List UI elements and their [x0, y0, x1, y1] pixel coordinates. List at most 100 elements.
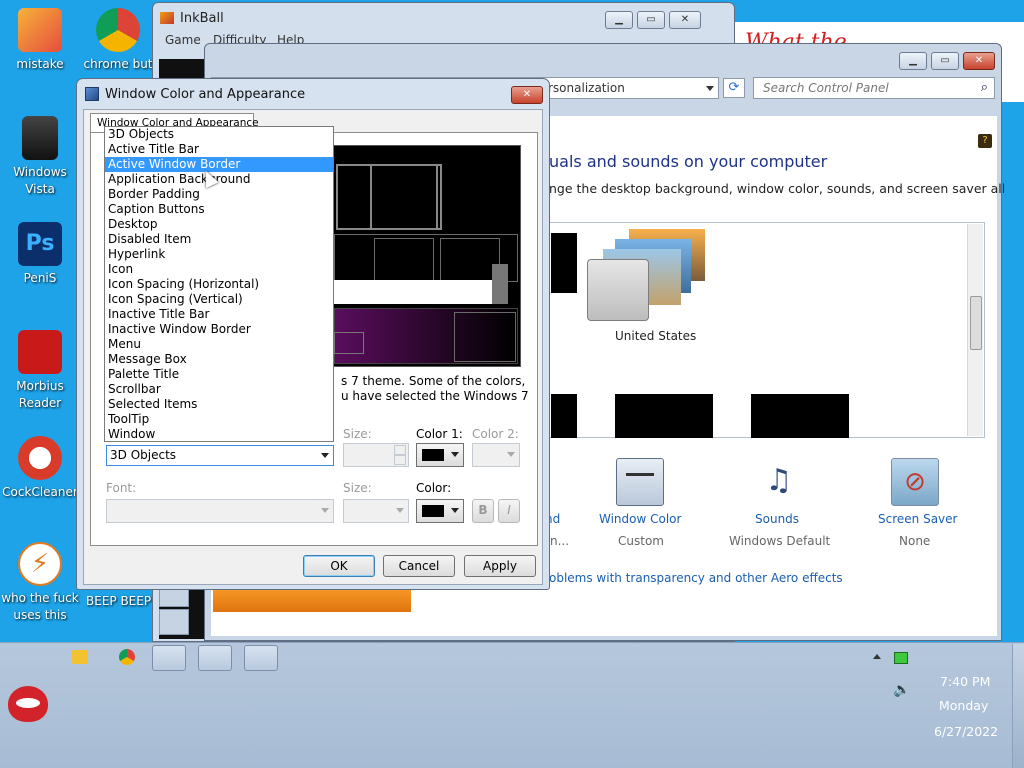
taskbar-window-color-button[interactable]	[244, 645, 278, 671]
desktop-icon-chrome[interactable]: chrome but	[78, 8, 158, 73]
dialog-close-button[interactable]: ✕	[511, 86, 543, 104]
inkball-menu-game[interactable]: Game	[165, 33, 201, 47]
screen-saver-icon[interactable]: ⊘	[891, 458, 939, 506]
font-size-select[interactable]	[343, 499, 409, 523]
theme-label: United States	[615, 329, 697, 343]
chevron-down-icon	[321, 452, 329, 458]
dropdown-option[interactable]: Icon Spacing (Horizontal)	[105, 277, 333, 292]
theme-preview-black	[615, 394, 713, 438]
angry-bird-start-icon[interactable]	[8, 686, 48, 722]
chevron-down-icon	[321, 508, 329, 513]
appearance-preview	[333, 145, 521, 367]
item-dropdown-list[interactable]: 3D Objects Active Title Bar Active Window …	[104, 126, 334, 442]
font-select[interactable]	[106, 499, 334, 523]
dropdown-option[interactable]: Icon Spacing (Vertical)	[105, 292, 333, 307]
dropdown-option[interactable]: Disabled Item	[105, 232, 333, 247]
cp-item-screen-saver-label[interactable]: Screen Saver	[878, 512, 957, 526]
cp-item-sounds-label[interactable]: Sounds	[755, 512, 799, 526]
cp-aero-link[interactable]: oblems with transparency and other Aero …	[549, 571, 843, 585]
network-icon[interactable]	[894, 652, 908, 664]
lightning-icon: ⚡	[18, 542, 62, 586]
color1-button[interactable]	[416, 443, 464, 467]
italic-button[interactable]: I	[498, 499, 520, 523]
cp-close-button[interactable]: ✕	[963, 52, 995, 70]
bold-button[interactable]: B	[472, 499, 494, 523]
clock-time[interactable]: 7:40 PM	[940, 674, 990, 689]
cp-minimize-button[interactable]: ▁	[899, 52, 927, 70]
window-color-icon[interactable]	[616, 458, 664, 506]
scroll-thumb[interactable]	[970, 296, 982, 350]
clock-day[interactable]: Monday	[939, 698, 988, 713]
dropdown-option[interactable]: Active Window Border	[105, 157, 333, 172]
item-size-stepper[interactable]	[343, 443, 409, 467]
inkball-app-icon	[160, 12, 174, 24]
dropdown-option[interactable]: Menu	[105, 337, 333, 352]
inkball-close-button[interactable]: ✕	[669, 11, 701, 29]
dropdown-option[interactable]: 3D Objects	[105, 127, 333, 142]
ccleaner-icon	[18, 436, 62, 480]
clock-date[interactable]: 6/27/2022	[934, 724, 998, 739]
color2-button[interactable]	[472, 443, 520, 467]
stepper-down-icon	[394, 455, 406, 465]
font-color-swatch	[422, 505, 444, 517]
acrobat-icon	[18, 330, 62, 374]
dropdown-option[interactable]: Inactive Window Border	[105, 322, 333, 337]
desktop-icon-reader[interactable]: Morbius Reader	[0, 330, 80, 412]
desktop-icon-windows-vista[interactable]: Windows Vista	[0, 116, 80, 198]
apply-button[interactable]: Apply	[464, 555, 536, 577]
dropdown-option[interactable]: Icon	[105, 262, 333, 277]
theme-selected-frame	[587, 259, 649, 321]
sounds-icon[interactable]: ♫	[753, 458, 805, 506]
inkball-maximize-button[interactable]: ▭	[637, 11, 665, 29]
dropdown-option[interactable]: Border Padding	[105, 187, 333, 202]
inkball-minimize-button[interactable]: ▁	[605, 11, 633, 29]
show-desktop-button[interactable]	[1012, 644, 1024, 768]
chevron-down-icon	[507, 452, 515, 457]
cp-maximize-button[interactable]: ▭	[931, 52, 959, 70]
theme-list-scrollbar[interactable]	[967, 224, 983, 436]
cp-subheading: nge the desktop background, window color…	[549, 181, 1006, 196]
taskbar-inkball-button[interactable]	[152, 645, 186, 671]
desktop-icon-who-uses-this[interactable]: ⚡ who the fuck uses this	[0, 542, 80, 624]
address-dropdown-icon[interactable]	[706, 86, 714, 91]
info-text-line-2: u have selected the Windows 7	[341, 389, 529, 403]
cancel-button[interactable]: Cancel	[383, 555, 455, 577]
dropdown-option[interactable]: Window	[105, 427, 333, 442]
dropdown-option[interactable]: Selected Items	[105, 397, 333, 412]
inkball-tile	[159, 609, 189, 635]
dropdown-option[interactable]: Hyperlink	[105, 247, 333, 262]
refresh-icon[interactable]: ⟳	[723, 78, 745, 98]
dialog-title: Window Color and Appearance	[105, 87, 306, 102]
dropdown-option[interactable]: Scrollbar	[105, 382, 333, 397]
tray-show-hidden-icon[interactable]	[873, 654, 881, 659]
size-label: Size:	[343, 427, 372, 441]
dialog-app-icon	[85, 87, 99, 101]
font-color-button[interactable]	[416, 499, 464, 523]
theme-united-states[interactable]: United States	[585, 227, 707, 347]
volume-icon[interactable]: 🔈	[893, 682, 910, 698]
dropdown-option[interactable]: Caption Buttons	[105, 202, 333, 217]
cp-item-window-color-label[interactable]: Window Color	[599, 512, 681, 526]
color1-label: Color 1:	[416, 427, 463, 441]
dropdown-option[interactable]: Palette Title	[105, 367, 333, 382]
dropdown-option[interactable]: Inactive Title Bar	[105, 307, 333, 322]
dropdown-option[interactable]: Application Background	[105, 172, 333, 187]
dropdown-option[interactable]: Message Box	[105, 352, 333, 367]
dropdown-option[interactable]: Active Title Bar	[105, 142, 333, 157]
dropdown-option[interactable]: ToolTip	[105, 412, 333, 427]
taskbar-pinned-explorer-icon[interactable]	[72, 650, 88, 664]
item-select[interactable]: 3D Objects	[106, 445, 334, 466]
desktop-icon-ccleaner[interactable]: CockCleaner	[0, 436, 80, 501]
desktop-icon-mistake[interactable]: mistake	[0, 8, 80, 73]
chevron-down-icon	[451, 452, 459, 457]
cp-help-icon[interactable]: ?	[978, 134, 992, 148]
taskbar-pinned-chrome-icon[interactable]	[119, 649, 135, 665]
font-color-label: Color:	[416, 481, 452, 495]
dropdown-option[interactable]: Desktop	[105, 217, 333, 232]
ok-button[interactable]: OK	[303, 555, 375, 577]
cp-search-input[interactable]: Search Control Panel ⌕	[753, 77, 995, 99]
desktop-icon-beep-beep-label[interactable]: BEEP BEEP	[86, 594, 151, 608]
taskbar-personalization-button[interactable]	[198, 645, 232, 671]
desktop-icon-photoshop[interactable]: Ps PeniS	[0, 222, 80, 287]
info-text-line-1: s 7 theme. Some of the colors,	[341, 374, 526, 388]
